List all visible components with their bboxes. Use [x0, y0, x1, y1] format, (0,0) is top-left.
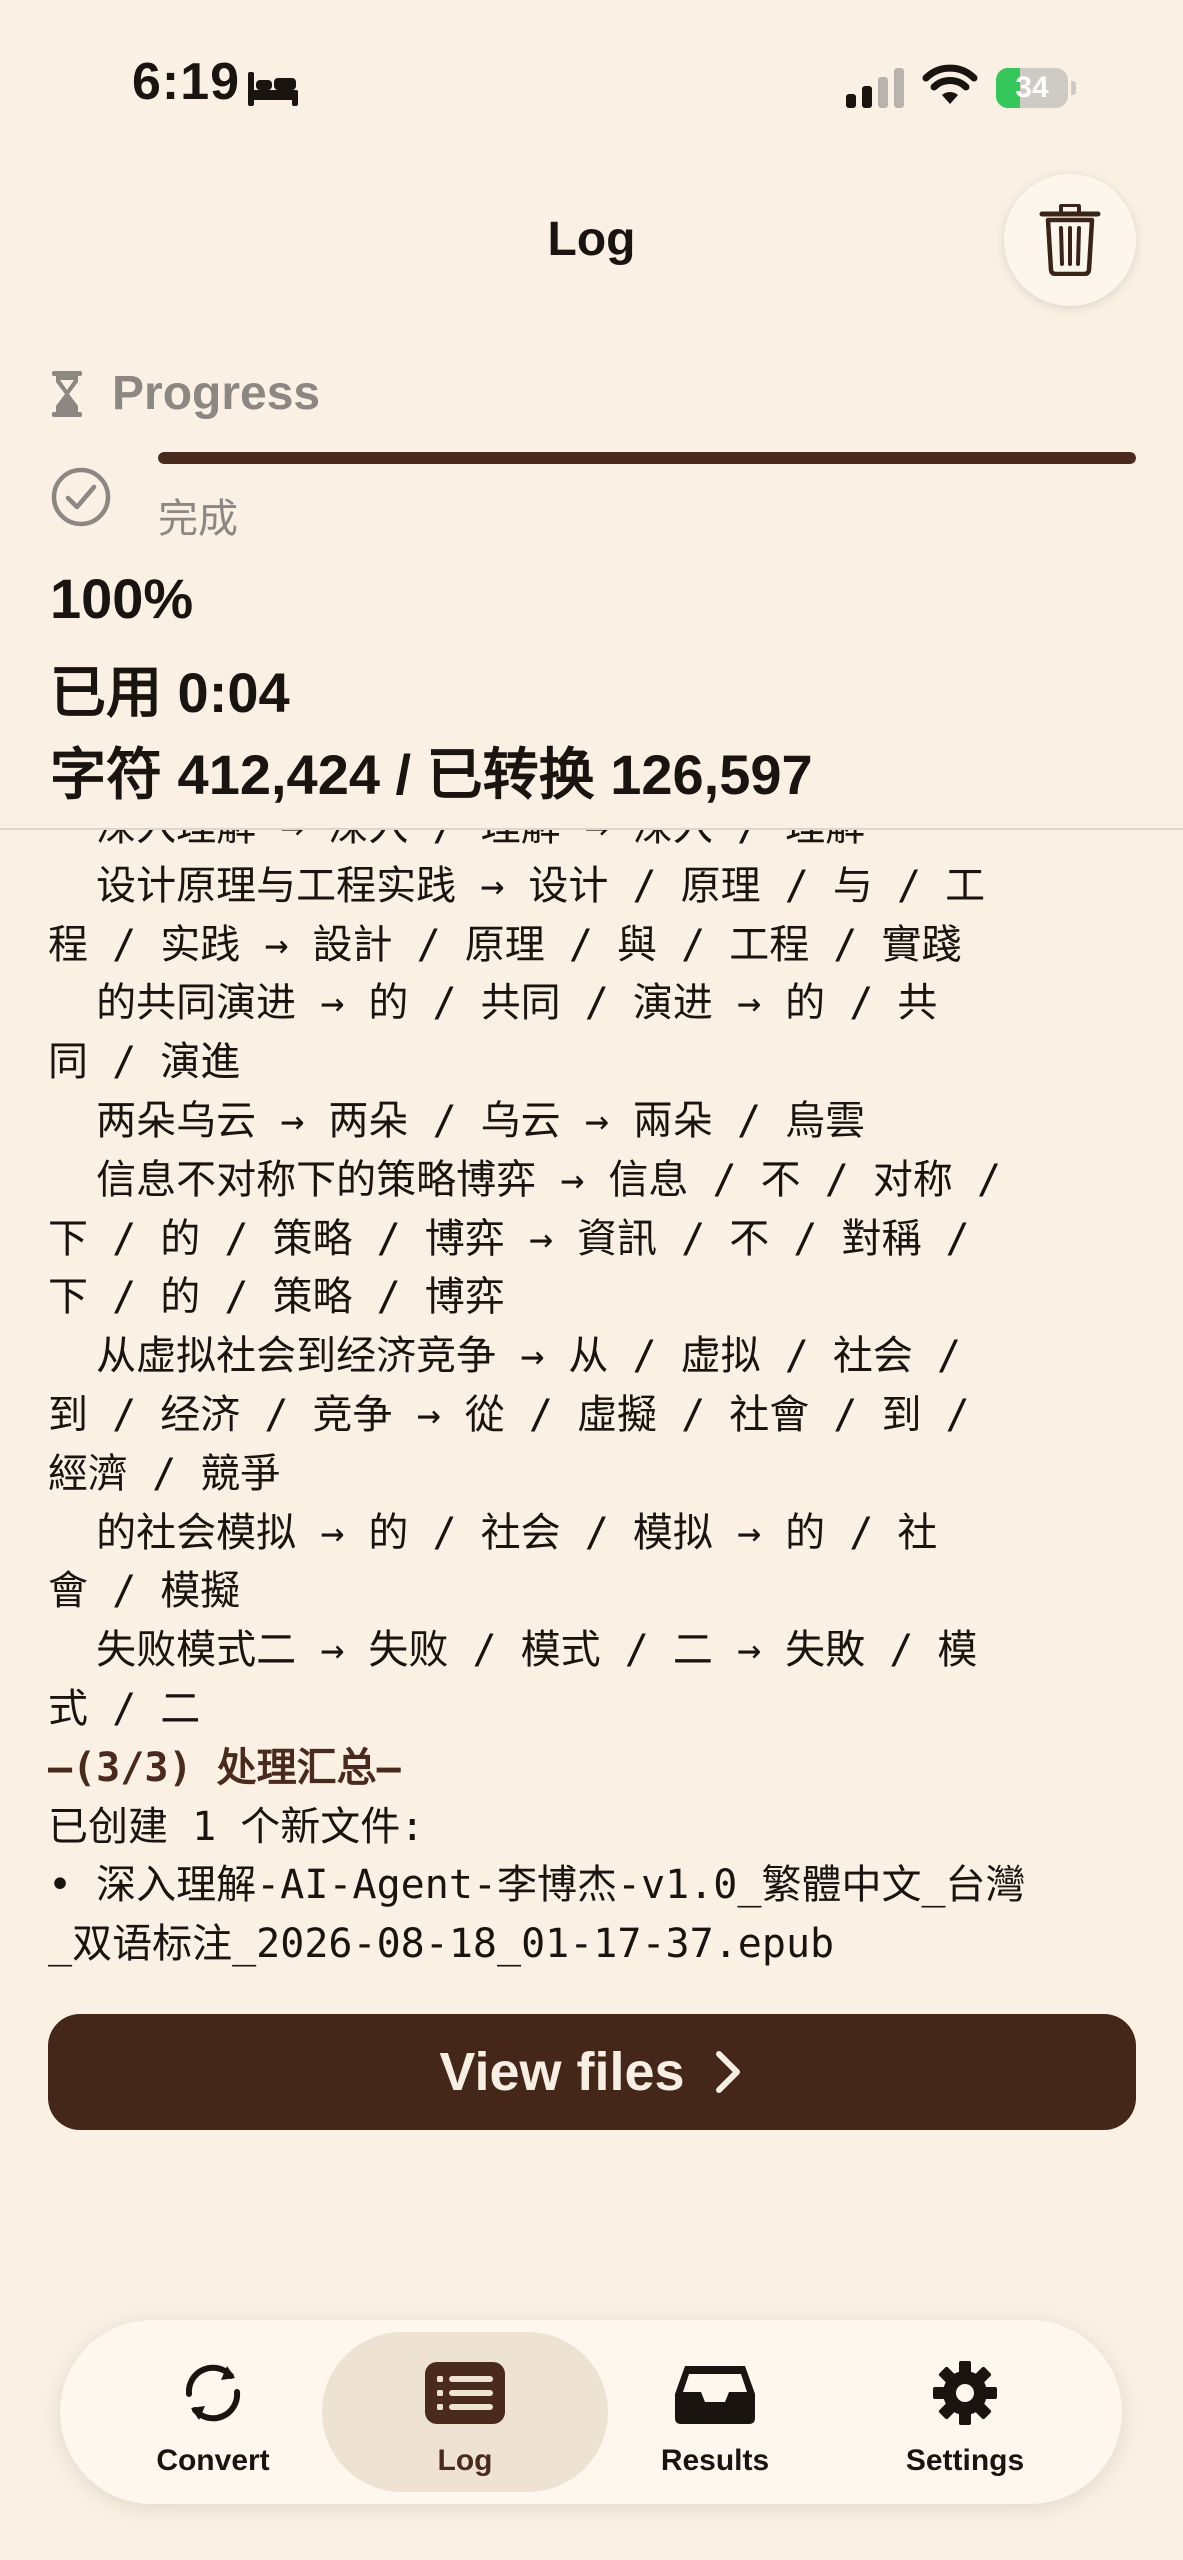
- log-list-icon: [425, 2362, 505, 2424]
- log-line: 失败模式二 → 失败 / 模式 / 二 → 失敗 / 模: [48, 1627, 978, 1674]
- log-line: 深入理解 → 深入 / 理解 → 深入 / 理解: [48, 830, 1148, 857]
- log-line: 程 / 实践 → 設計 / 原理 / 與 / 工程 / 實踐: [48, 921, 962, 968]
- log-line: 下 / 的 / 策略 / 博弈 → 資訊 / 不 / 對稱 /: [48, 1215, 970, 1262]
- trash-icon: [1039, 204, 1101, 276]
- hourglass-icon: [52, 371, 82, 417]
- log-line: 同 / 演進: [48, 1039, 241, 1086]
- log-line: 下 / 的 / 策略 / 博弈: [48, 1274, 505, 1321]
- battery-level: 34: [1015, 71, 1049, 104]
- convert-icon: [185, 2364, 241, 2422]
- log-line: 两朵乌云 → 两朵 / 乌云 → 兩朵 / 烏雲: [48, 1097, 866, 1144]
- progress-label: Progress: [112, 367, 321, 420]
- log-output[interactable]: 深入理解 → 深入 / 理解 → 深入 / 理解 设计原理与工程实践 → 设计 …: [48, 830, 1148, 1970]
- log-summary-heading: —(3/3) 处理汇总—: [48, 1744, 401, 1791]
- view-files-label: View files: [439, 2042, 685, 2102]
- log-line: _双语标注_2026-08-18_01-17-37.epub: [48, 1921, 835, 1968]
- elapsed-time: 已用 0:04: [50, 661, 290, 724]
- tab-convert[interactable]: Convert: [88, 2332, 338, 2492]
- tab-settings-label: Settings: [905, 2444, 1025, 2477]
- tab-log[interactable]: Log: [322, 2332, 608, 2492]
- character-count: 字符 412,424 / 已转换 126,597: [50, 743, 813, 806]
- tab-bar: Convert Log Results Settings: [60, 2320, 1122, 2504]
- log-line: 到 / 经济 / 竞争 → 從 / 虛擬 / 社會 / 到 /: [48, 1391, 970, 1438]
- log-line: 已创建 1 个新文件:: [48, 1803, 425, 1850]
- progress-bar: [158, 452, 1136, 464]
- bed-icon: [248, 72, 298, 106]
- log-line: 设计原理与工程实践 → 设计 / 原理 / 与 / 工: [48, 862, 986, 909]
- chevron-right-icon: [715, 2051, 740, 2093]
- log-line: 經濟 / 競爭: [48, 1450, 281, 1497]
- tab-settings[interactable]: Settings: [840, 2332, 1090, 2492]
- log-line: 的社会模拟 → 的 / 社会 / 模拟 → 的 / 社: [48, 1509, 938, 1556]
- wifi-icon: [922, 64, 978, 104]
- tab-log-label: Log: [437, 2444, 493, 2477]
- progress-status: 完成: [158, 497, 238, 541]
- tab-results-label: Results: [660, 2444, 770, 2477]
- log-line: 的共同演进 → 的 / 共同 / 演进 → 的 / 共: [48, 980, 938, 1027]
- status-bar: 6:19 34: [0, 0, 1183, 180]
- checkmark-circle-icon: [51, 467, 111, 527]
- tab-convert-label: Convert: [156, 2444, 270, 2477]
- tab-results[interactable]: Results: [590, 2332, 840, 2492]
- gear-icon: [933, 2361, 997, 2425]
- log-line: 信息不对称下的策略博弈 → 信息 / 不 / 对称 /: [48, 1156, 1002, 1203]
- app-screen: 6:19 34 Log Progress 完成 100% 已用 0:04 字符 …: [0, 0, 1183, 2560]
- progress-bar-fill: [158, 452, 1136, 464]
- log-line: 式 / 二: [48, 1685, 201, 1732]
- status-time: 6:19: [132, 53, 241, 111]
- cellular-signal-icon: [846, 68, 904, 108]
- battery-charging-icon: 34: [996, 68, 1076, 108]
- inbox-tray-icon: [675, 2366, 755, 2424]
- clear-log-button[interactable]: [1004, 174, 1136, 306]
- log-line: • 深入理解-AI-Agent-李博杰-v1.0_繁體中文_台灣: [48, 1862, 1026, 1909]
- view-files-button[interactable]: View files: [48, 2014, 1136, 2130]
- log-line: 會 / 模擬: [48, 1568, 241, 1615]
- progress-percent: 100%: [50, 567, 194, 630]
- log-line: 从虚拟社会到经济竞争 → 从 / 虚拟 / 社会 /: [48, 1333, 962, 1380]
